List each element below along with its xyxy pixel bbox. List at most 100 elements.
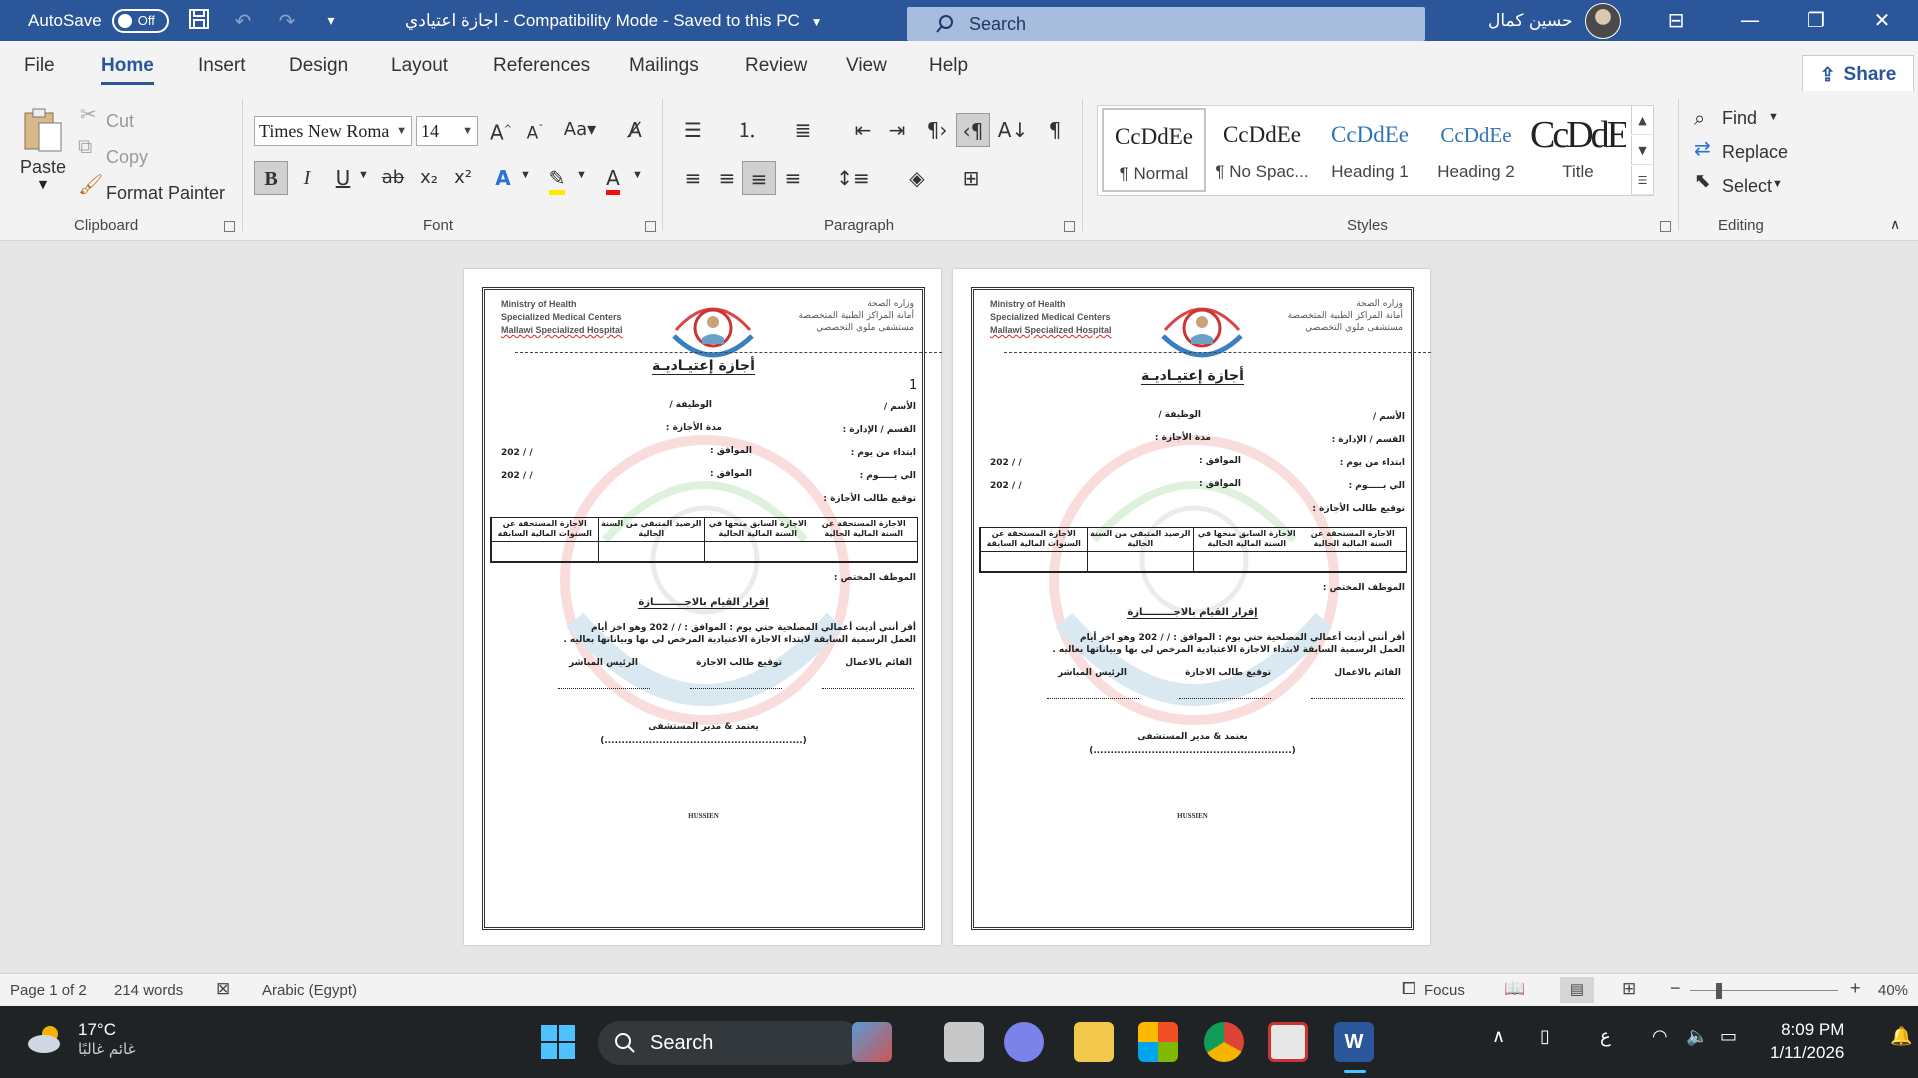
document-area[interactable]: Ministry of Health Specialized Medical C… [0, 241, 1918, 973]
zoom-in-button[interactable]: + [1850, 978, 1861, 999]
teams-icon[interactable] [1004, 1022, 1044, 1062]
highlight-icon[interactable]: ✎ [540, 161, 574, 195]
clock[interactable]: 8:09 PM 1/11/2026 [1770, 1018, 1844, 1064]
store-icon[interactable] [1138, 1022, 1178, 1062]
tab-file[interactable]: File [24, 55, 55, 77]
borders-icon[interactable]: ⊞ [954, 161, 988, 195]
find-button[interactable]: Find [1722, 108, 1757, 129]
italic-icon[interactable]: I [290, 161, 324, 195]
styles-launcher[interactable] [1660, 221, 1671, 232]
print-layout-icon[interactable]: ▤ [1560, 977, 1594, 1003]
style-heading-2[interactable]: CcDdEe Heading 2 [1424, 108, 1528, 192]
show-formatting-icon[interactable]: ¶ [1038, 113, 1072, 147]
taskview-icon[interactable] [944, 1022, 984, 1062]
shrink-font-icon[interactable]: Aˇ [518, 113, 552, 147]
zoom-out-button[interactable]: − [1670, 978, 1681, 999]
language[interactable]: Arabic (Egypt) [262, 982, 357, 999]
minimize-icon[interactable]: — [1718, 0, 1782, 41]
style-title[interactable]: CcDdEe Title [1530, 108, 1626, 192]
zoom-slider[interactable] [1690, 990, 1838, 991]
undo-icon[interactable]: ↶ [230, 8, 256, 34]
subscript-icon[interactable]: x₂ [412, 161, 446, 195]
replace-button[interactable]: Replace [1722, 142, 1788, 163]
bold-icon[interactable]: B [254, 161, 288, 195]
styles-scroll-up[interactable]: ▲ [1631, 106, 1653, 135]
search-box[interactable]: Search [907, 7, 1425, 41]
style-no-spacing[interactable]: CcDdEe ¶ No Spac... [1210, 108, 1314, 192]
cut-button[interactable]: Cut [106, 111, 134, 132]
page-count[interactable]: Page 1 of 2 [10, 982, 87, 999]
zoom-level[interactable]: 40% [1878, 982, 1908, 999]
font-launcher[interactable] [645, 221, 656, 232]
ltr-icon[interactable]: ¶› [920, 113, 954, 147]
clear-formatting-icon[interactable]: A̸ [618, 113, 652, 147]
redo-icon[interactable]: ↷ [274, 8, 300, 34]
multilevel-list-icon[interactable]: ≣ [786, 113, 820, 147]
tab-insert[interactable]: Insert [198, 55, 246, 77]
autosave-toggle[interactable]: Off [111, 8, 169, 33]
align-center-icon[interactable]: ≡ [710, 161, 744, 195]
chevron-down-icon[interactable]: ▼ [520, 169, 531, 181]
align-right-icon[interactable]: ≡ [742, 161, 776, 195]
word-count[interactable]: 214 words [114, 982, 183, 999]
text-effects-icon[interactable]: A [486, 161, 520, 195]
style-normal[interactable]: CcDdEe ¶ Normal [1102, 108, 1206, 192]
device-icon[interactable]: ▯ [1540, 1026, 1550, 1047]
file-explorer-icon[interactable] [1074, 1022, 1114, 1062]
align-left-icon[interactable]: ≡ [676, 161, 710, 195]
share-button[interactable]: ⇪ Share [1802, 55, 1914, 95]
taskbar-search[interactable]: Search [598, 1021, 863, 1065]
grow-font-icon[interactable]: A^ [484, 113, 518, 147]
snipping-tool-icon[interactable] [1268, 1022, 1308, 1062]
justify-icon[interactable]: ≡ [776, 161, 810, 195]
copy-button[interactable]: Copy [106, 147, 148, 168]
user-account[interactable]: حسين كمال [1488, 0, 1621, 41]
style-heading-1[interactable]: CcDdEe Heading 1 [1318, 108, 1422, 192]
page-1[interactable]: Ministry of Health Specialized Medical C… [464, 269, 942, 945]
tab-home[interactable]: Home [101, 55, 154, 85]
font-color-icon[interactable]: A [596, 161, 630, 195]
chevron-down-icon[interactable]: ▼ [632, 169, 643, 181]
read-mode-icon[interactable]: 📖 [1504, 979, 1525, 999]
battery-icon[interactable]: ▭ [1720, 1026, 1737, 1047]
weather-widget[interactable]: 17°C غائم غالبًا [26, 1020, 135, 1058]
tab-references[interactable]: References [493, 55, 590, 77]
paste-button[interactable]: Paste ▼ [18, 107, 68, 197]
clipboard-launcher[interactable] [224, 221, 235, 232]
zoom-slider-thumb[interactable] [1716, 983, 1722, 999]
superscript-icon[interactable]: x² [446, 161, 480, 195]
chevron-up-icon[interactable]: ∧ [1492, 1026, 1505, 1047]
proofing-icon[interactable]: ⊠ [216, 979, 230, 999]
notification-bell-icon[interactable]: 🔔 [1890, 1026, 1912, 1047]
tab-layout[interactable]: Layout [391, 55, 448, 77]
format-painter-button[interactable]: Format Painter [106, 183, 225, 204]
collapse-ribbon-icon[interactable]: ∧ [1890, 216, 1900, 233]
change-case-icon[interactable]: Aa▾ [558, 113, 602, 147]
numbering-icon[interactable]: ⒈ [730, 113, 764, 147]
restore-icon[interactable]: ❐ [1784, 0, 1848, 41]
input-language[interactable]: ع [1600, 1026, 1611, 1047]
save-icon[interactable] [186, 8, 212, 34]
widget-app-icon[interactable] [852, 1022, 892, 1062]
tab-view[interactable]: View [846, 55, 887, 77]
shading-icon[interactable]: ◈ [900, 161, 934, 195]
underline-icon[interactable]: U [326, 161, 360, 195]
web-layout-icon[interactable]: ⊞ [1622, 979, 1636, 999]
word-icon[interactable]: W [1334, 1022, 1374, 1062]
tab-mailings[interactable]: Mailings [629, 55, 699, 77]
wifi-icon[interactable]: ◠ [1652, 1026, 1668, 1047]
tab-design[interactable]: Design [289, 55, 348, 77]
start-icon[interactable] [538, 1022, 578, 1062]
chevron-down-icon[interactable]: ▼ [576, 169, 587, 181]
document-title[interactable]: اجازة اعتيادي - Compatibility Mode - Sav… [405, 0, 822, 41]
paragraph-launcher[interactable] [1064, 221, 1075, 232]
strikethrough-icon[interactable]: ab [376, 161, 410, 195]
select-button[interactable]: Select [1722, 176, 1772, 197]
chevron-down-icon[interactable]: ▼ [358, 169, 369, 181]
customize-qat-icon[interactable]: ▾ [318, 8, 344, 34]
tab-review[interactable]: Review [745, 55, 807, 77]
bullets-icon[interactable]: ☰ [676, 113, 710, 147]
tab-help[interactable]: Help [929, 55, 968, 77]
font-name-select[interactable]: Times New Roma ▼ [254, 116, 412, 146]
focus-button[interactable]: Focus [1424, 982, 1465, 999]
